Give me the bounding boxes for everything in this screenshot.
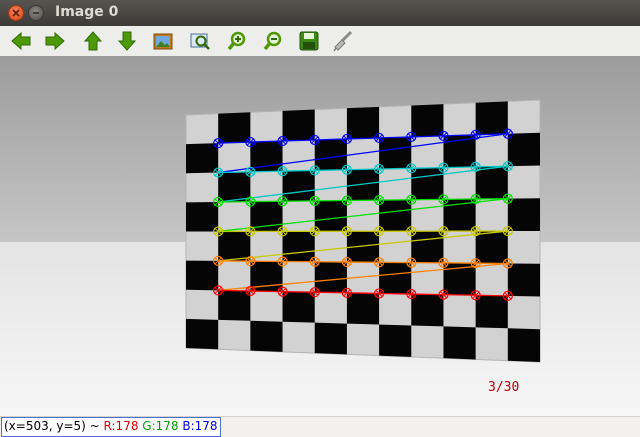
zoom-out-icon [262, 30, 284, 52]
arrow-down-icon [116, 30, 138, 52]
checker-square [379, 262, 411, 294]
image-view[interactable]: 3/30 [0, 56, 640, 416]
checker-square [379, 325, 411, 357]
checker-square [411, 231, 443, 263]
checker-square [379, 200, 411, 231]
zoom-in-icon [226, 30, 248, 52]
blue-value: B:178 [182, 419, 217, 433]
minimize-icon [32, 9, 40, 17]
checker-square [379, 137, 411, 169]
checker-square [476, 166, 508, 199]
green-value: G:178 [142, 419, 178, 433]
checker-square [186, 143, 218, 173]
checker-square [508, 133, 540, 166]
checker-square [347, 293, 379, 325]
zoom-in-button[interactable] [224, 28, 250, 54]
checker-square [508, 263, 540, 296]
zoom-out-button[interactable] [260, 28, 286, 54]
close-window-button[interactable] [8, 5, 24, 21]
down-button[interactable] [114, 28, 140, 54]
brush-icon [332, 30, 354, 52]
checker-square [476, 231, 508, 263]
checker-square [443, 326, 475, 359]
close-icon [12, 9, 20, 17]
zoom-region-button[interactable] [187, 28, 213, 54]
checker-square [218, 112, 250, 143]
cursor-coordinates: (x=503, y=5) ~ [4, 419, 100, 433]
checker-square [283, 170, 315, 201]
checker-square [476, 101, 508, 134]
checker-square [411, 104, 443, 137]
checker-square [411, 168, 443, 200]
up-button[interactable] [80, 28, 106, 54]
window-title: Image 0 [55, 4, 118, 20]
red-value: R:178 [104, 419, 139, 433]
arrow-up-icon [82, 30, 104, 52]
checker-square [508, 198, 540, 231]
title-bar: Image 0 [0, 0, 640, 26]
checker-square [508, 328, 540, 362]
checker-square [186, 261, 218, 291]
status-bar: (x=503, y=5) ~ R:178 G:178 B:178 [0, 416, 640, 436]
arrow-left-icon [10, 30, 32, 52]
save-button[interactable] [296, 28, 322, 54]
checker-square [315, 201, 347, 232]
fit-image-button[interactable] [150, 28, 176, 54]
checker-square [283, 292, 315, 323]
image-icon [152, 30, 174, 52]
checker-square [411, 294, 443, 326]
toolbar [0, 26, 640, 57]
checker-square [218, 172, 250, 202]
checker-square [315, 262, 347, 293]
checker-square [347, 107, 379, 139]
properties-button[interactable] [330, 28, 356, 54]
checker-square [315, 323, 347, 355]
checker-square [347, 169, 379, 200]
frame-counter: 3/30 [488, 380, 519, 395]
checker-square [283, 231, 315, 261]
minimize-window-button[interactable] [28, 5, 44, 21]
calibration-image [0, 56, 640, 416]
floppy-icon [298, 30, 320, 52]
forward-button[interactable] [42, 28, 68, 54]
checker-square [315, 139, 347, 170]
checker-square [250, 321, 282, 352]
zoom-region-icon [189, 30, 211, 52]
arrow-right-icon [44, 30, 66, 52]
pixel-info: (x=503, y=5) ~ R:178 G:178 B:178 [1, 417, 221, 437]
checker-square [186, 202, 218, 232]
back-button[interactable] [8, 28, 34, 54]
checker-square [476, 295, 508, 328]
checker-square [218, 231, 250, 261]
checker-square [186, 319, 218, 349]
checker-square [218, 290, 250, 320]
checker-square [283, 110, 315, 141]
